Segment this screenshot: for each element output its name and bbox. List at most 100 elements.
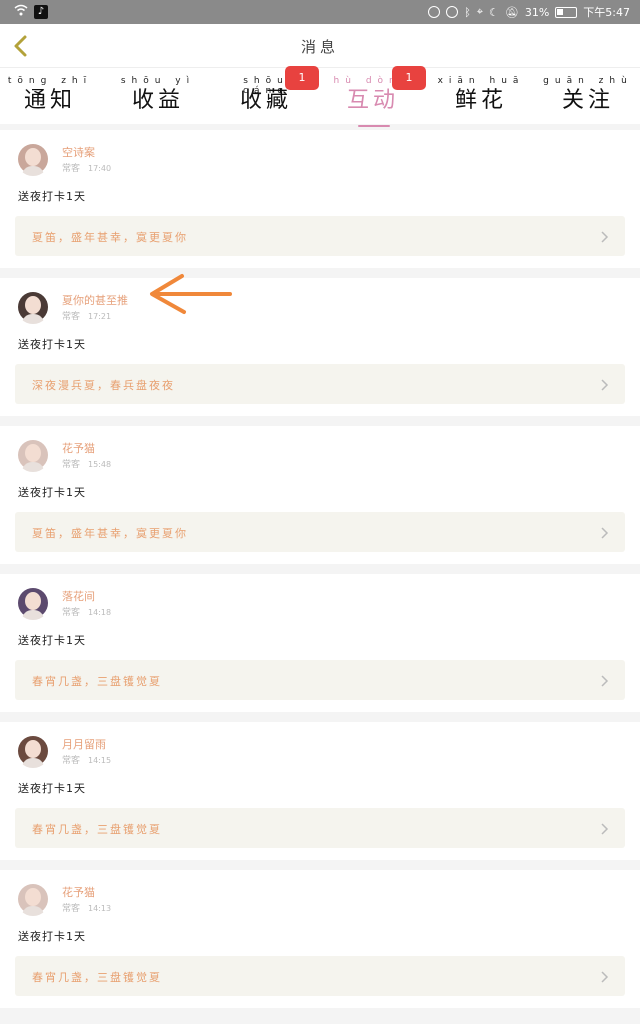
tab-favorites[interactable]: 1 shōu cáng 收藏	[221, 66, 319, 124]
username[interactable]: 月月留雨	[62, 736, 106, 752]
tab-label: 收藏	[239, 88, 292, 113]
tab-following[interactable]: guān zhù 关注	[543, 76, 633, 124]
list-item[interactable]: 花予猫 常客 15:48 送夜打卡1天 夏笛，盛年甚幸，寞更夏你	[0, 426, 640, 564]
quote-link[interactable]: 春宵几盏，三盘镬觉夏	[15, 808, 625, 848]
avatar-face	[25, 740, 41, 758]
avatar-face	[25, 296, 41, 314]
timestamp: 17:21	[88, 312, 112, 321]
avatar-face	[25, 148, 41, 166]
tab-label: 鲜花	[454, 88, 507, 113]
timestamp: 15:48	[88, 460, 112, 469]
user-role: 常客	[62, 756, 81, 766]
quote-text: 夏笛，盛年甚幸，寞更夏你	[32, 527, 188, 540]
tab-badge: 1	[392, 66, 426, 90]
username[interactable]: 夏你的甚至推	[62, 292, 128, 308]
avatar-face	[25, 888, 41, 906]
avatar[interactable]	[16, 290, 50, 324]
tab-pinyin: shōu yì	[120, 76, 196, 86]
quote-link[interactable]: 夏笛，盛年甚幸，寞更夏你	[15, 216, 625, 256]
chevron-right-icon	[597, 229, 611, 243]
quote-text: 夏笛，盛年甚幸，寞更夏你	[32, 231, 188, 244]
quote-text: 春宵几盏，三盘镬觉夏	[32, 675, 162, 688]
user-role: 常客	[62, 904, 81, 914]
tab-label: 通知	[23, 88, 76, 113]
wifi-icon	[14, 4, 28, 19]
page-title: 消息	[300, 38, 339, 56]
avatar-face	[25, 592, 41, 610]
avatar[interactable]	[16, 882, 50, 916]
chevron-right-icon	[597, 525, 611, 539]
battery-icon	[555, 6, 578, 18]
tab-label: 互动	[346, 88, 399, 113]
tab-label: 收益	[131, 88, 184, 113]
quote-link[interactable]: 春宵几盏，三盘镬觉夏	[15, 956, 625, 996]
chevron-right-icon	[597, 821, 611, 835]
item-meta: 常客 14:18	[62, 605, 111, 618]
timestamp: 17:40	[88, 164, 112, 173]
list-item[interactable]: 月月留雨 常客 14:15 送夜打卡1天 春宵几盏，三盘镬觉夏	[0, 722, 640, 860]
list-item[interactable]: 落花间 常客 14:18 送夜打卡1天 春宵几盏，三盘镬觉夏	[0, 574, 640, 712]
user-role: 常客	[62, 164, 81, 174]
action-text: 送夜打卡1天	[18, 930, 86, 943]
status-time: 下午5:47	[583, 6, 630, 19]
active-tab-indicator	[358, 125, 390, 127]
status-bar: ♪ ᛒ ⌖ ☾ 🔕︎ 31% 下午5:47	[0, 0, 640, 24]
tab-pinyin: tōng zhī	[7, 76, 93, 86]
moon-icon: ☾	[489, 5, 499, 19]
tab-earnings[interactable]: shōu yì 收益	[113, 76, 203, 124]
action-text: 送夜打卡1天	[18, 338, 86, 351]
user-role: 常客	[62, 460, 81, 470]
location-icon: ⌖	[476, 5, 483, 18]
quote-text: 春宵几盏，三盘镬觉夏	[32, 971, 162, 984]
item-meta: 常客 14:13	[62, 901, 111, 914]
chevron-right-icon	[597, 969, 611, 983]
alarm-icon	[446, 6, 459, 18]
battery-percent: 31%	[524, 5, 550, 19]
action-text: 送夜打卡1天	[18, 486, 86, 499]
mute-icon: 🔕︎	[504, 5, 519, 19]
username[interactable]: 落花间	[62, 588, 95, 604]
avatar[interactable]	[16, 438, 50, 472]
annotation-arrow-icon	[146, 272, 236, 318]
timestamp: 14:13	[88, 904, 112, 913]
quote-text: 春宵几盏，三盘镬觉夏	[32, 823, 162, 836]
chevron-right-icon	[597, 377, 611, 391]
quote-link[interactable]: 夏笛，盛年甚幸，寞更夏你	[15, 512, 625, 552]
chevron-right-icon	[597, 673, 611, 687]
list-item[interactable]: 花予猫 常客 14:13 送夜打卡1天 春宵几盏，三盘镬觉夏	[0, 870, 640, 1008]
tab-interaction[interactable]: 1 hù dòng 互动	[328, 66, 426, 127]
quote-link[interactable]: 深夜漫兵夏，春兵盘夜夜	[15, 364, 625, 404]
user-role: 常客	[62, 312, 81, 322]
item-meta: 常客 17:21	[62, 309, 111, 322]
timestamp: 14:18	[88, 608, 112, 617]
tiktok-icon: ♪	[34, 4, 48, 19]
quote-text: 深夜漫兵夏，春兵盘夜夜	[32, 379, 175, 392]
username[interactable]: 花予猫	[62, 884, 95, 900]
tab-pinyin: guān zhù	[543, 76, 633, 86]
list-item[interactable]: 空诗案 常客 17:40 送夜打卡1天 夏笛，盛年甚幸，寞更夏你	[0, 130, 640, 268]
timestamp: 14:15	[88, 756, 112, 765]
tab-bar: tōng zhī 通知 shōu yì 收益 1 shōu cáng 收藏 1 …	[0, 66, 640, 127]
bluetooth-icon: ᛒ	[464, 5, 471, 19]
avatar[interactable]	[16, 142, 50, 176]
username[interactable]: 花予猫	[62, 440, 95, 456]
nav-header: 消息	[0, 24, 640, 68]
user-role: 常客	[62, 608, 81, 618]
tab-notifications[interactable]: tōng zhī 通知	[5, 76, 95, 124]
action-text: 送夜打卡1天	[18, 634, 86, 647]
quote-link[interactable]: 春宵几盏，三盘镬觉夏	[15, 660, 625, 700]
tab-flowers[interactable]: xiān huā 鲜花	[436, 76, 526, 124]
username[interactable]: 空诗案	[62, 144, 95, 160]
item-meta: 常客 14:15	[62, 753, 111, 766]
eye-icon	[428, 6, 441, 18]
avatar[interactable]	[16, 734, 50, 768]
avatar[interactable]	[16, 586, 50, 620]
action-text: 送夜打卡1天	[18, 190, 86, 203]
list-item[interactable]: 夏你的甚至推 常客 17:21 送夜打卡1天 深夜漫兵夏，春兵盘夜夜	[0, 278, 640, 416]
action-text: 送夜打卡1天	[18, 782, 86, 795]
tab-badge: 1	[285, 66, 319, 90]
item-meta: 常客 17:40	[62, 161, 111, 174]
tab-label: 关注	[561, 88, 614, 113]
avatar-face	[25, 444, 41, 462]
item-meta: 常客 15:48	[62, 457, 111, 470]
